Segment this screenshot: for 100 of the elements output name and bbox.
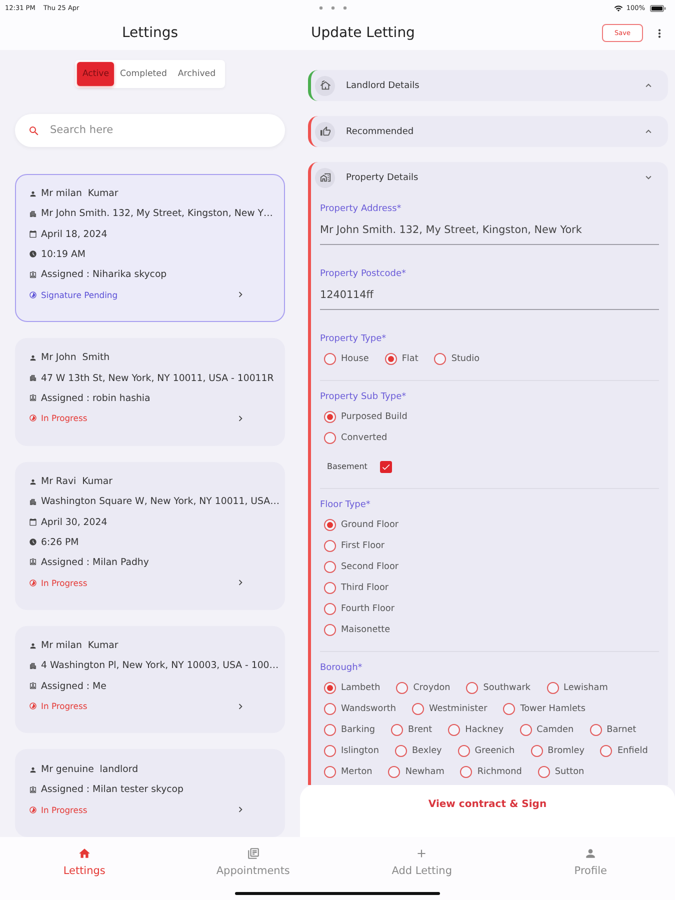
radio-option[interactable]: Newham <box>388 761 444 782</box>
radio-option[interactable]: First Floor <box>324 535 385 556</box>
address-text: Washington Square W, New York, NY 10011, USA… <box>41 496 280 508</box>
nav-tab[interactable]: Profile <box>574 837 607 890</box>
radio-option[interactable]: Wandsworth <box>324 698 396 719</box>
radio-option[interactable]: Maisonette <box>324 619 390 640</box>
clock-icon <box>29 250 37 258</box>
radio-option[interactable]: Barnet <box>590 719 636 740</box>
search-field[interactable]: Search here <box>15 114 285 147</box>
radio-option[interactable]: Ground Floor <box>324 514 399 535</box>
page-title: Update Letting <box>311 25 415 41</box>
radio-option[interactable]: Brent <box>391 719 432 740</box>
status-text: Signature Pending <box>41 290 118 300</box>
section-title[interactable]: Property Details <box>346 172 418 182</box>
contact-name: Mr John Smith <box>41 352 110 364</box>
assignee-text: Assigned : robin hashia <box>41 392 150 404</box>
status-text: In Progress <box>41 413 88 424</box>
radio-option[interactable]: Enfield <box>600 740 648 761</box>
radio-option[interactable]: Westminister <box>412 698 488 719</box>
checkbox[interactable] <box>380 460 392 472</box>
field-label: Borough* <box>320 662 364 674</box>
status-text: In Progress <box>41 804 88 815</box>
radio-option[interactable]: Second Floor <box>324 556 399 577</box>
radio-option[interactable]: Barking <box>324 719 376 740</box>
plus-icon <box>415 847 428 860</box>
radio-option[interactable]: House <box>324 348 369 369</box>
person-icon <box>29 766 37 774</box>
view-contract-button[interactable]: View contract & Sign <box>428 799 547 810</box>
status-text: In Progress <box>41 578 88 588</box>
letting-card[interactable]: Mr milan Kumar 4 Washington Pl, New York, NY 10003, USA - 100… Assigned : Me In Progress <box>15 626 285 734</box>
radio-option[interactable]: Croydon <box>396 677 450 698</box>
radio-option[interactable]: Lewisham <box>546 677 608 698</box>
contact-name: Mr milan Kumar <box>41 640 118 652</box>
person-icon <box>29 642 37 650</box>
contact-name: Mr Ravi Kumar <box>41 476 112 488</box>
page-title: Lettings <box>122 25 178 41</box>
nav-tab[interactable]: Add Letting <box>392 837 452 890</box>
radio-option[interactable]: Greenich <box>458 740 515 761</box>
building-icon <box>29 374 37 382</box>
field-label: Property Type* <box>320 333 388 345</box>
address-text: 47 W 13th St, New York, NY 10011, USA - 10011R <box>41 372 274 384</box>
radio-option[interactable]: Purposed Build <box>324 406 408 427</box>
letting-card[interactable]: Mr milan Kumar Mr John Smith. 132, My Street, Kingston, New Y… April 18, 2024 10:19 AM Assigned : Niharika skycop Signature Pending <box>15 174 285 322</box>
radio-option[interactable]: Bromley <box>530 740 584 761</box>
radio-option[interactable]: Southwark <box>466 677 531 698</box>
radio-option[interactable]: Bexley <box>394 740 442 761</box>
time-text: 6:26 PM <box>41 536 79 548</box>
house-icon <box>315 76 335 96</box>
radio-option[interactable]: Camden <box>520 719 574 740</box>
person-icon <box>29 190 37 198</box>
contact-name: Mr milan Kumar <box>41 188 118 200</box>
section-title[interactable]: Recommended <box>346 126 414 136</box>
text-input[interactable]: 1240114ff <box>320 280 659 310</box>
radio-option[interactable]: Tower Hamlets <box>503 698 586 719</box>
clipboard-person-icon <box>29 682 37 690</box>
radio-option[interactable]: Hackney <box>448 719 504 740</box>
buildings-icon <box>315 168 335 188</box>
radio-option[interactable]: Richmond <box>460 761 522 782</box>
field-label: Property Address* <box>320 203 402 215</box>
search-icon <box>28 124 40 137</box>
contact-name: Mr genuine landlord <box>41 764 138 776</box>
assignee-text: Assigned : Milan tester skycop <box>41 784 184 796</box>
timelapse-icon <box>29 414 37 422</box>
person-icon <box>584 847 598 860</box>
letting-card[interactable]: Mr John Smith 47 W 13th St, New York, NY 10011, USA - 10011R Assigned : robin hashia In Progress <box>15 338 285 446</box>
radio-option[interactable]: Merton <box>324 761 372 782</box>
building-icon <box>29 210 37 218</box>
radio-option[interactable]: Sutton <box>538 761 584 782</box>
field-label: Property Sub Type* <box>320 391 408 403</box>
radio-option[interactable]: Studio <box>434 348 480 369</box>
timelapse-icon <box>29 290 37 299</box>
battery-icon <box>650 4 666 12</box>
letting-card[interactable]: Mr Ravi Kumar Washington Square W, New York, NY 10011, USA… April 30, 2024 6:26 PM Assigned : Milan Padhy In Progress <box>15 462 285 610</box>
clock-icon <box>29 538 37 546</box>
address-text: 4 Washington Pl, New York, NY 10003, USA - 100… <box>41 660 279 672</box>
nav-tab[interactable]: Appointments <box>216 837 290 890</box>
calendar-icon <box>29 230 37 238</box>
section-title[interactable]: Landlord Details <box>346 80 420 90</box>
radio-option[interactable]: Lambeth <box>324 677 380 698</box>
filter-tab[interactable]: Completed <box>115 62 172 86</box>
radio-option[interactable]: Fourth Floor <box>324 598 394 619</box>
clipboard-person-icon <box>29 270 37 279</box>
text-input[interactable]: Mr John Smith. 132, My Street, Kingston, New York <box>320 215 659 245</box>
radio-option[interactable]: Islington <box>324 740 379 761</box>
home-icon <box>78 847 91 860</box>
radio-option[interactable]: Converted <box>324 427 388 448</box>
status-text: In Progress <box>41 701 88 712</box>
assignee-text: Assigned : Milan Padhy <box>41 556 149 568</box>
timelapse-icon <box>29 578 37 587</box>
checkbox-label: Basement <box>327 462 368 471</box>
three-dots-icon[interactable] <box>319 6 347 10</box>
filter-tab[interactable]: Archived <box>172 62 221 86</box>
radio-option[interactable]: Flat <box>384 348 418 369</box>
thumbs-up-icon <box>315 122 335 142</box>
timelapse-icon <box>29 806 37 814</box>
letting-card[interactable]: Mr genuine landlord Assigned : Milan tester skycop In Progress <box>15 749 285 837</box>
nav-tab[interactable]: Lettings <box>63 837 106 890</box>
assignee-text: Assigned : Me <box>41 680 106 692</box>
radio-option[interactable]: Third Floor <box>324 577 389 598</box>
calendar-icon <box>29 518 37 526</box>
